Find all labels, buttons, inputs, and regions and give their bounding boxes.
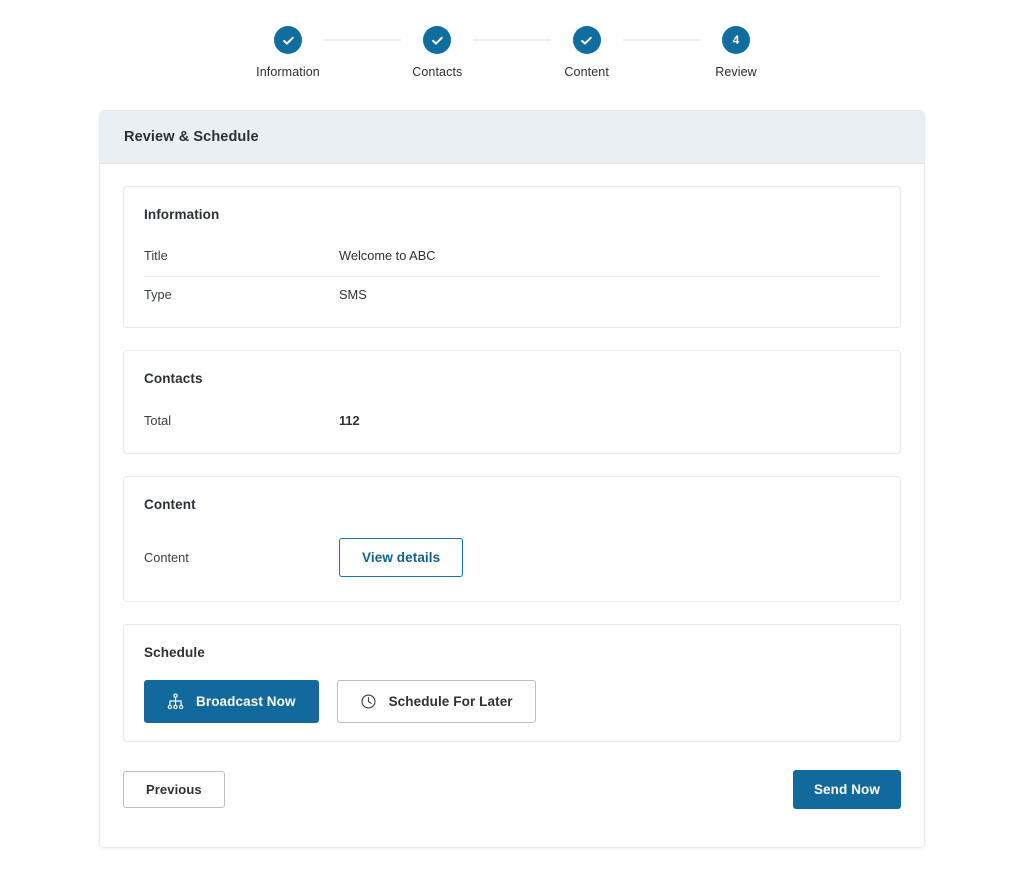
clock-icon bbox=[360, 693, 377, 710]
schedule-for-later-button[interactable]: Schedule For Later bbox=[336, 680, 536, 723]
information-card: Information Title Welcome to ABC Type SM… bbox=[123, 186, 901, 328]
stepper-step-contacts[interactable]: Contacts bbox=[401, 26, 473, 79]
schedule-options: Broadcast Now Schedule For Later bbox=[144, 680, 880, 723]
step-marker-complete bbox=[274, 26, 302, 54]
check-icon bbox=[579, 33, 594, 48]
stepper-label-review: Review bbox=[715, 65, 757, 79]
row-value-total: 112 bbox=[339, 413, 360, 428]
wizard-stepper: Information Contacts Content 4 Review bbox=[0, 0, 1024, 100]
review-schedule-panel: Review & Schedule Information Title Welc… bbox=[99, 110, 925, 848]
content-card: Content Content View details bbox=[123, 476, 901, 602]
information-row-type: Type SMS bbox=[144, 280, 880, 309]
step-marker-complete bbox=[572, 26, 601, 54]
contacts-row-total: Total 112 bbox=[144, 406, 880, 435]
broadcast-now-label: Broadcast Now bbox=[196, 694, 296, 709]
wizard-footer: Previous Send Now bbox=[123, 764, 901, 835]
page-title: Review & Schedule bbox=[124, 129, 259, 145]
row-value-type: SMS bbox=[339, 287, 367, 302]
stepper-label-information: Information bbox=[256, 65, 320, 79]
row-label-content: Content bbox=[144, 550, 189, 565]
step-marker-complete bbox=[423, 26, 452, 54]
panel-body: Information Title Welcome to ABC Type SM… bbox=[100, 164, 924, 835]
row-value-title: Welcome to ABC bbox=[339, 248, 436, 263]
send-now-button[interactable]: Send Now bbox=[792, 770, 901, 809]
step-marker-active: 4 bbox=[721, 26, 750, 54]
stepper-connector-3 bbox=[622, 39, 700, 41]
row-label-title: Title bbox=[144, 248, 168, 263]
schedule-card: Schedule Broadcast Now Schedule For Late… bbox=[123, 624, 901, 742]
content-row: Content View details bbox=[144, 532, 880, 583]
broadcast-now-button[interactable]: Broadcast Now bbox=[144, 680, 319, 723]
schedule-for-later-label: Schedule For Later bbox=[388, 694, 513, 709]
contacts-card: Contacts Total 112 bbox=[123, 350, 901, 454]
stepper-label-contacts: Contacts bbox=[412, 65, 463, 79]
stepper-label-content: Content bbox=[564, 65, 609, 79]
stepper-step-review[interactable]: 4 Review bbox=[700, 26, 772, 79]
stepper-connector-2 bbox=[473, 39, 551, 41]
view-details-button[interactable]: View details bbox=[339, 538, 464, 577]
stepper-step-content[interactable]: Content bbox=[551, 26, 623, 79]
stepper-connector-1 bbox=[324, 39, 402, 41]
schedule-card-title: Schedule bbox=[144, 645, 205, 660]
row-label-type: Type bbox=[144, 287, 172, 302]
content-card-title: Content bbox=[144, 497, 196, 512]
check-icon bbox=[430, 33, 445, 48]
information-row-title: Title Welcome to ABC bbox=[144, 242, 880, 277]
stepper-track: Information Contacts Content 4 Review bbox=[252, 26, 772, 79]
contacts-card-title: Contacts bbox=[144, 371, 203, 386]
previous-button[interactable]: Previous bbox=[123, 771, 225, 808]
row-label-total: Total bbox=[144, 413, 172, 428]
sitemap-icon bbox=[167, 693, 184, 710]
check-icon bbox=[281, 33, 296, 48]
information-card-title: Information bbox=[144, 207, 220, 222]
panel-header: Review & Schedule bbox=[100, 111, 924, 164]
stepper-step-information[interactable]: Information bbox=[252, 26, 324, 79]
